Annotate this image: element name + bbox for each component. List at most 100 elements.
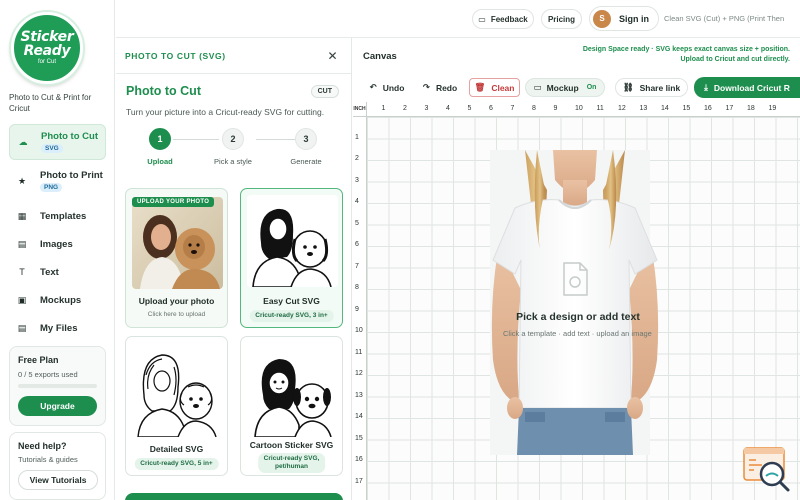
sample-photo [132, 197, 223, 289]
share-link-button[interactable]: ⛓ Share link [615, 78, 688, 97]
plan-card: Free Plan 0 / 5 exports used Upgrade [9, 346, 106, 426]
easy-cut-svg-card[interactable]: ✓ Easy Cut SVG Cricut-ready SVG, 3 [240, 188, 343, 328]
ruler-top-tick: 6 [489, 105, 493, 112]
step-pick-style[interactable]: 2 Pick a style [198, 128, 268, 166]
ruler-left-tick: 1 [355, 133, 359, 141]
step-generate[interactable]: 3 Generate [271, 128, 341, 166]
sidebar-item-label: Photo to Cut [41, 131, 98, 142]
logo-text-line3: for Cut [37, 59, 56, 65]
undo-label: Undo [382, 82, 405, 93]
sign-in-button[interactable]: S Sign in [589, 6, 659, 31]
sidebar-item-my-files[interactable]: ▤ My Files [9, 314, 106, 342]
ruler-top: 1 2 3 4 5 6 7 8 9 10 11 12 13 14 15 16 17 18 19 [367, 102, 800, 117]
templates-icon: ▦ [17, 210, 27, 221]
ruler-top-tick: 19 [768, 105, 777, 112]
panel-continue-button[interactable] [125, 493, 343, 500]
photo-to-cut-panel: PHOTO TO CUT (SVG) ✕ Photo to Cut CUT Tu… [116, 38, 352, 500]
upgrade-button[interactable]: Upgrade [18, 396, 97, 416]
detailed-preview [132, 345, 223, 437]
breadcrumb: Clean SVG (Cut) + PNG (Print Then [664, 14, 785, 23]
svg-badge: SVG [41, 144, 63, 153]
cartoon-preview [247, 345, 338, 437]
empty-state-subtitle: Click a template · add text · upload an … [503, 329, 652, 338]
card-title: Detailed SVG [149, 444, 204, 454]
tshirt-mockup [475, 150, 675, 455]
stepper: 1 Upload 2 Pick a style 3 Generate [116, 128, 351, 170]
panel-title: Photo to Cut [126, 84, 201, 98]
feedback-button[interactable]: ▭ Feedback [472, 9, 534, 29]
file-image-icon [561, 262, 589, 296]
star-icon: ★ [17, 175, 27, 186]
sidebar-item-text[interactable]: T Text [9, 258, 106, 286]
undo-icon: ↶ [369, 82, 377, 92]
sidebar-item-images[interactable]: ▤ Images [9, 230, 106, 258]
ruler-left-tick: 17 [355, 477, 363, 485]
ruler-top-tick: 14 [661, 105, 669, 112]
brand-tagline: Photo to Cut & Print for Cricut [9, 93, 92, 113]
card-title: Easy Cut SVG [263, 296, 320, 306]
ruler-left-tick: 14 [355, 413, 363, 420]
step-upload[interactable]: 1 Upload [125, 128, 195, 166]
left-sidebar: Sticker Ready for Cut Photo to Cut & Pri… [0, 0, 115, 500]
sidebar-item-label: Templates [40, 210, 87, 222]
close-icon[interactable]: ✕ [324, 48, 341, 65]
mockup-label: Mockup [546, 82, 579, 93]
ruler-left-tick: 2 [355, 155, 359, 162]
undo-button[interactable]: ↶ Undo [363, 78, 411, 97]
search-assistant-icon[interactable] [742, 444, 792, 494]
ruler-top-tick: 2 [403, 105, 407, 112]
sidebar-item-label: Images [40, 238, 73, 250]
share-label: Share link [639, 82, 681, 93]
download-label: Download Cricut R [713, 82, 790, 93]
sidebar-item-label: Photo to Print [40, 170, 103, 181]
redo-button[interactable]: ↷ Redo [417, 78, 463, 97]
plan-title: Free Plan [18, 355, 59, 365]
files-icon: ▤ [17, 322, 27, 333]
png-badge: PNG [40, 183, 63, 192]
sticker-ready-logo[interactable]: Sticker Ready for Cut [11, 12, 83, 84]
cartoon-sticker-svg-card[interactable]: Cartoon Sticker SVG Cricut-ready SVG, pe… [240, 336, 343, 476]
sidebar-item-photo-to-print[interactable]: ★ Photo to Print PNG [9, 163, 106, 199]
download-cricut-button[interactable]: ⤓ Download Cricut R [694, 77, 800, 98]
logo-text-line1: Sticker [20, 29, 74, 45]
step-label: Generate [290, 157, 322, 166]
trash-icon: 🗑 [474, 82, 486, 92]
help-subtitle: Tutorials & guides [18, 455, 78, 464]
ruler-top-tick: 5 [467, 105, 472, 112]
redo-icon: ↷ [422, 82, 430, 92]
exports-count: 0 / 5 exports used [18, 370, 78, 379]
mockup-state: On [586, 84, 597, 91]
sidebar-item-photo-to-cut[interactable]: ☁ Photo to Cut SVG [9, 124, 106, 160]
mockups-icon: ▣ [17, 294, 27, 305]
sidebar-item-mockups[interactable]: ▣ Mockups [9, 286, 106, 314]
ruler-top-tick: 11 [596, 105, 604, 112]
card-pill: Cricut-ready SVG, 3 in+ [249, 310, 334, 322]
ruler-top-tick: 1 [381, 105, 386, 112]
ruler-top-tick: 9 [553, 105, 558, 112]
sign-in-label: Sign in [619, 13, 649, 24]
detailed-svg-card[interactable]: Detailed SVG Cricut-ready SVG, 5 in+ [125, 336, 228, 476]
panel-header: PHOTO TO CUT (SVG) [116, 38, 351, 74]
easy-cut-preview [247, 195, 338, 287]
clean-button[interactable]: 🗑 Clean [469, 78, 520, 97]
ruler-left-tick: 10 [355, 327, 363, 334]
panel-header-title: PHOTO TO CUT (SVG) [125, 50, 226, 61]
step-label: Pick a style [214, 157, 252, 166]
note-line1: Design Space ready · SVG keeps exact can… [582, 46, 790, 53]
ruler-left-tick: 6 [355, 241, 359, 248]
ruler-top-tick: 13 [639, 105, 648, 112]
upload-photo-card[interactable]: UPLOAD YOUR PHOTO Upload your photo Clic… [125, 188, 228, 328]
pricing-button[interactable]: Pricing [541, 9, 582, 29]
ruler-top-tick: 10 [575, 105, 583, 112]
card-pill-line1: Cricut-ready SVG, [263, 455, 320, 462]
ruler-top-tick: 18 [747, 105, 755, 112]
mockup-toggle[interactable]: ▭ Mockup On [525, 78, 605, 97]
sidebar-item-label: Mockups [40, 294, 82, 306]
help-card: Need help? Tutorials & guides View Tutor… [9, 432, 106, 500]
sidebar-nav: ☁ Photo to Cut SVG ★ Photo to Print PNG … [9, 124, 106, 342]
download-icon: ⤓ [704, 82, 708, 92]
view-tutorials-button[interactable]: View Tutorials [18, 470, 98, 490]
empty-state-title: Pick a design or add text [516, 311, 640, 323]
sidebar-item-templates[interactable]: ▦ Templates [9, 202, 106, 230]
ruler-left-tick: 4 [355, 198, 359, 205]
